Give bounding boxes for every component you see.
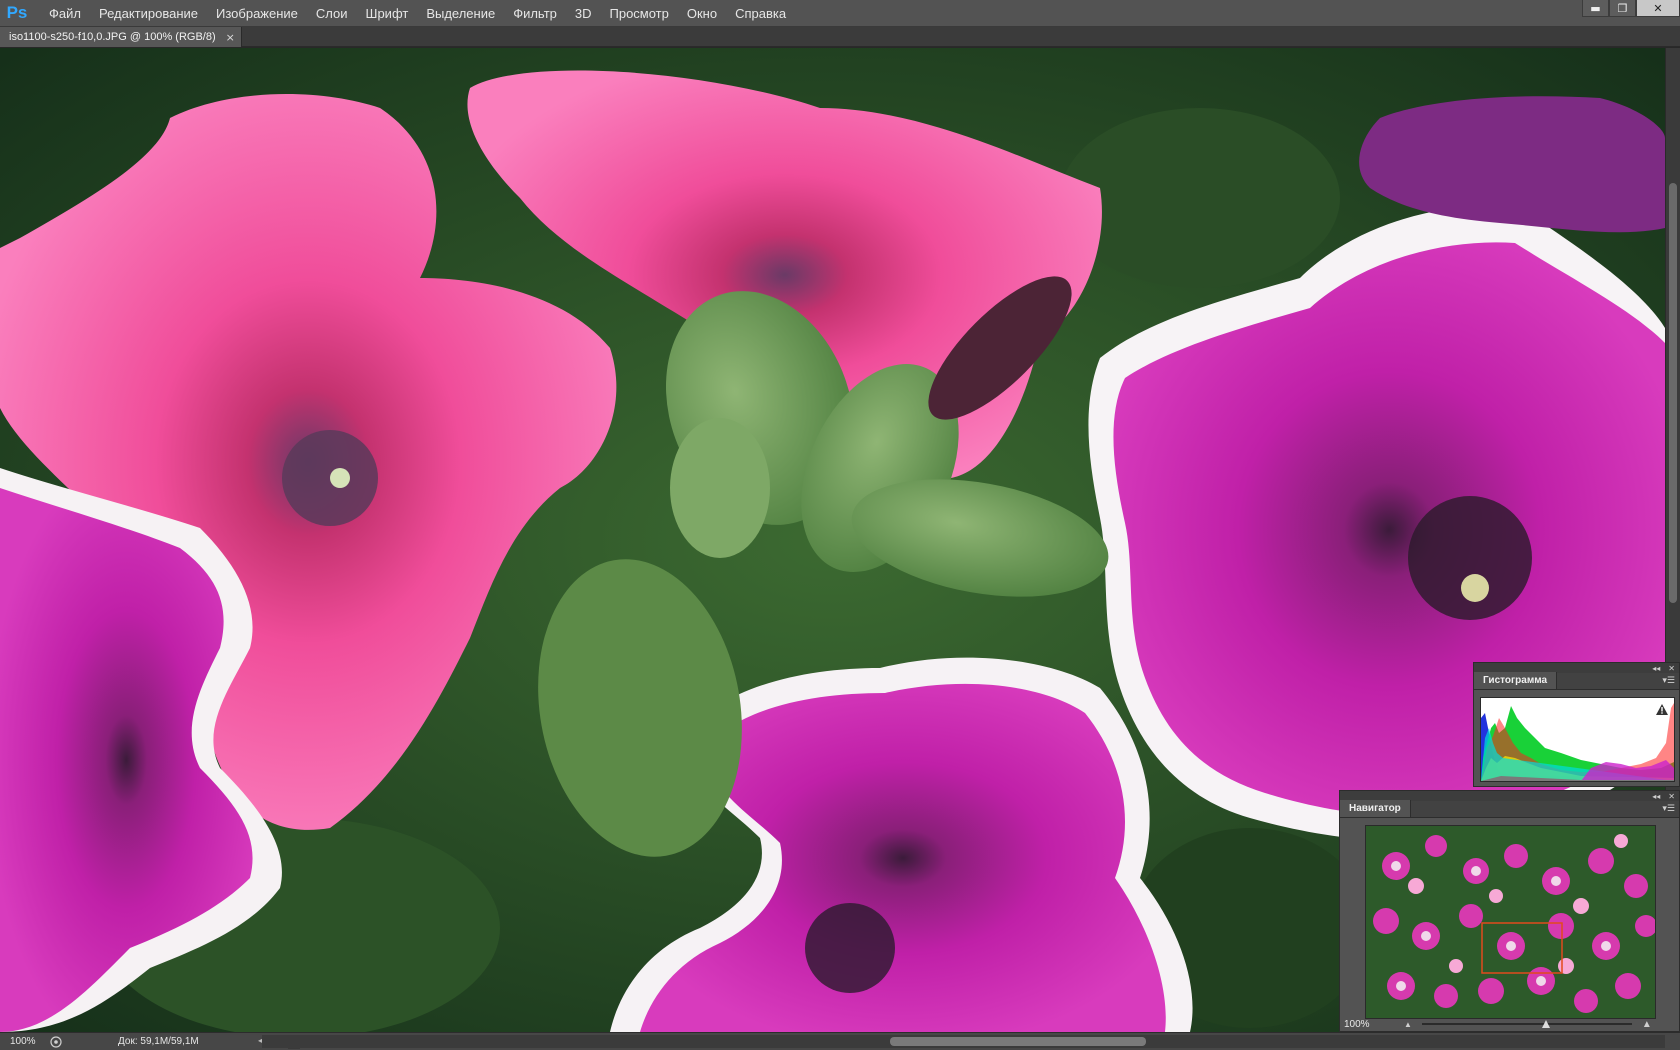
navigator-panel-menu-icon[interactable]: ▾☰ (1662, 804, 1675, 814)
document-tab-close-icon[interactable]: × (226, 31, 235, 44)
navigator-tabs: Навигатор ▾☰ (1340, 800, 1679, 818)
zoom-slider-thumb[interactable] (1541, 1020, 1550, 1028)
warning-icon[interactable] (1656, 704, 1668, 715)
menu-select[interactable]: Выделение (417, 0, 504, 27)
histogram-close-icon[interactable]: ✕ (1668, 664, 1675, 673)
menu-window[interactable]: Окно (678, 0, 726, 27)
histogram-graph (1480, 697, 1675, 782)
navigator-panel: ◂◂ ✕ Навигатор ▾☰ 100% ▲ ▲ (1339, 790, 1680, 1032)
minimize-button[interactable]: ▬ (1582, 0, 1609, 17)
tab-histogram[interactable]: Гистограмма (1474, 672, 1558, 689)
photoshop-logo-icon[interactable]: Ps (0, 0, 34, 27)
zoom-slider-track (1421, 1023, 1632, 1025)
horizontal-scrollbar-thumb[interactable] (890, 1037, 1146, 1046)
menu-items: Файл Редактирование Изображение Слои Шри… (40, 0, 795, 27)
navigator-preview[interactable] (1365, 825, 1656, 1019)
navigator-footer: 100% ▲ ▲ (1340, 1015, 1680, 1033)
close-window-button[interactable]: ✕ (1636, 0, 1680, 17)
navigator-close-icon[interactable]: ✕ (1668, 792, 1675, 801)
document-tab-bar: iso1100-s250-f10,0.JPG @ 100% (RGB/8) × (0, 27, 1680, 47)
menu-3d[interactable]: 3D (566, 0, 601, 27)
navigator-zoom-slider[interactable] (1421, 1018, 1632, 1030)
menu-edit[interactable]: Редактирование (90, 0, 207, 27)
histogram-collapse-icon[interactable]: ◂◂ (1652, 664, 1660, 673)
status-bar: 100% Док: 59,1M/59,1M ▶ ◂ (0, 1032, 1680, 1050)
menu-layers[interactable]: Слои (307, 0, 357, 27)
menu-help[interactable]: Справка (726, 0, 795, 27)
menu-file[interactable]: Файл (40, 0, 90, 27)
menu-view[interactable]: Просмотр (601, 0, 678, 27)
vertical-scrollbar-thumb[interactable] (1669, 183, 1677, 603)
menu-filter[interactable]: Фильтр (504, 0, 566, 27)
zoom-in-icon[interactable]: ▲ (1642, 1019, 1652, 1030)
document-tab[interactable]: iso1100-s250-f10,0.JPG @ 100% (RGB/8) × (0, 27, 242, 47)
status-zoom-field[interactable]: 100% (0, 1036, 48, 1047)
navigator-collapse-icon[interactable]: ◂◂ (1652, 792, 1660, 801)
navigator-thumbnail (1366, 826, 1655, 1018)
menu-image[interactable]: Изображение (207, 0, 307, 27)
document-size-label: Док: 59,1M/59,1M (118, 1036, 199, 1047)
menu-type[interactable]: Шрифт (357, 0, 418, 27)
horizontal-scrollbar[interactable] (262, 1035, 1665, 1048)
tab-navigator[interactable]: Навигатор (1340, 800, 1411, 817)
document-tab-label: iso1100-s250-f10,0.JPG @ 100% (RGB/8) (9, 31, 216, 43)
histogram-panel-menu-icon[interactable]: ▾☰ (1662, 676, 1675, 686)
window-controls: ▬ ❐ ✕ (1582, 0, 1680, 17)
restore-button[interactable]: ❐ (1609, 0, 1636, 17)
histogram-colors (1481, 698, 1674, 781)
histogram-tabs: Гистограмма ▾☰ (1474, 672, 1679, 690)
menu-bar: Ps Файл Редактирование Изображение Слои … (0, 0, 1680, 27)
zoom-out-icon[interactable]: ▲ (1404, 1020, 1412, 1029)
histogram-panel: ◂◂ ✕ Гистограмма ▾☰ (1473, 662, 1680, 787)
navigator-zoom-field[interactable]: 100% (1340, 1019, 1390, 1030)
status-info-icon[interactable] (48, 1035, 64, 1049)
